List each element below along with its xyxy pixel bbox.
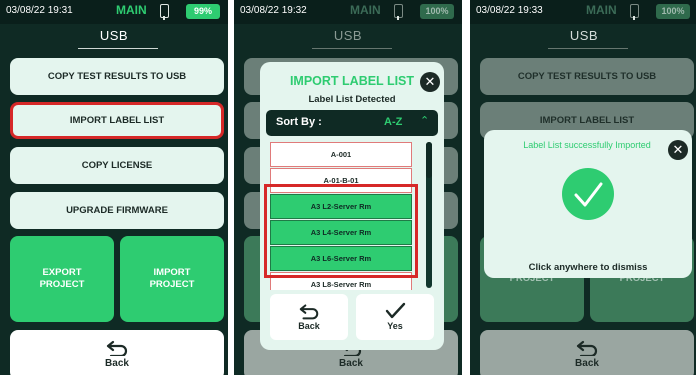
upgrade-firmware-button[interactable]: UPGRADE FIRMWARE: [10, 192, 224, 229]
import-label-list-modal: IMPORT LABEL LIST ✕ Label List Detected …: [260, 62, 444, 350]
selection-highlight: [264, 184, 418, 278]
yes-button[interactable]: Yes: [356, 294, 434, 340]
checkmark-icon: [385, 302, 406, 319]
dismiss-hint: Click anywhere to dismiss: [528, 262, 648, 273]
back-button[interactable]: Back: [480, 330, 694, 375]
back-arrow-icon: [576, 340, 598, 356]
battery-indicator: 100%: [656, 4, 690, 19]
status-time: 03/08/22 19:31: [6, 5, 73, 16]
title-divider: [78, 48, 158, 49]
title-divider: [312, 48, 392, 49]
sort-label: Sort By :: [276, 116, 322, 128]
status-mode: MAIN: [586, 3, 617, 17]
list-scrollbar[interactable]: [426, 142, 432, 288]
back-label: Back: [105, 358, 129, 369]
back-button[interactable]: Back: [10, 330, 224, 375]
sort-value: A-Z: [384, 116, 403, 128]
modal-back-button[interactable]: Back: [270, 294, 348, 340]
page-title: USB: [333, 28, 363, 43]
battery-indicator: 100%: [420, 4, 454, 19]
import-success-dialog[interactable]: Label List successfully Imported ✕ Click…: [484, 130, 692, 278]
title-divider: [548, 48, 628, 49]
success-check-icon: [562, 168, 614, 220]
close-icon[interactable]: ✕: [668, 140, 688, 160]
close-icon[interactable]: ✕: [420, 72, 440, 92]
copy-license-button[interactable]: COPY LICENSE: [10, 147, 224, 184]
page-title: USB: [569, 28, 599, 43]
usb-screen-import-success: 03/08/22 19:33 MAIN 100% USB COPY TEST R…: [470, 0, 696, 375]
copy-test-results-button[interactable]: COPY TEST RESULTS TO USB: [10, 58, 224, 95]
status-time: 03/08/22 19:33: [476, 5, 543, 16]
chevron-up-icon: ⌃: [420, 115, 430, 127]
modal-back-label: Back: [298, 321, 320, 331]
export-project-button[interactable]: EXPORT PROJECT: [10, 236, 114, 322]
back-label: Back: [339, 358, 363, 369]
sort-dropdown[interactable]: Sort By : A-Z ⌃: [266, 110, 438, 136]
status-bar: 03/08/22 19:31 MAIN 99%: [0, 0, 228, 24]
scrollbar-thumb[interactable]: [426, 142, 432, 178]
import-project-button[interactable]: IMPORT PROJECT: [120, 236, 224, 322]
battery-indicator: 99%: [186, 4, 220, 19]
plug-icon: [630, 4, 639, 20]
import-label-list-button[interactable]: IMPORT LABEL LIST: [10, 102, 224, 139]
usb-screen-import-modal: 03/08/22 19:32 MAIN 100% USB Back IMPORT…: [234, 0, 462, 375]
status-mode: MAIN: [116, 3, 147, 17]
plug-icon: [160, 4, 169, 20]
modal-subtitle: Label List Detected: [308, 94, 396, 105]
back-arrow-icon: [299, 304, 319, 320]
list-item[interactable]: A-001: [270, 142, 412, 167]
status-mode: MAIN: [350, 3, 381, 17]
page-title: USB: [99, 28, 129, 43]
usb-screen-main: 03/08/22 19:31 MAIN 99% USB COPY TEST RE…: [0, 0, 228, 375]
plug-icon: [394, 4, 403, 20]
back-arrow-icon: [106, 340, 128, 356]
status-bar: 03/08/22 19:33 MAIN 100%: [470, 0, 696, 24]
yes-label: Yes: [387, 321, 403, 331]
status-bar: 03/08/22 19:32 MAIN 100%: [234, 0, 462, 24]
modal-title: IMPORT LABEL LIST: [289, 74, 415, 88]
success-message: Label List successfully Imported: [523, 140, 651, 150]
copy-test-results-button[interactable]: COPY TEST RESULTS TO USB: [480, 58, 694, 95]
status-time: 03/08/22 19:32: [240, 5, 307, 16]
back-label: Back: [575, 358, 599, 369]
